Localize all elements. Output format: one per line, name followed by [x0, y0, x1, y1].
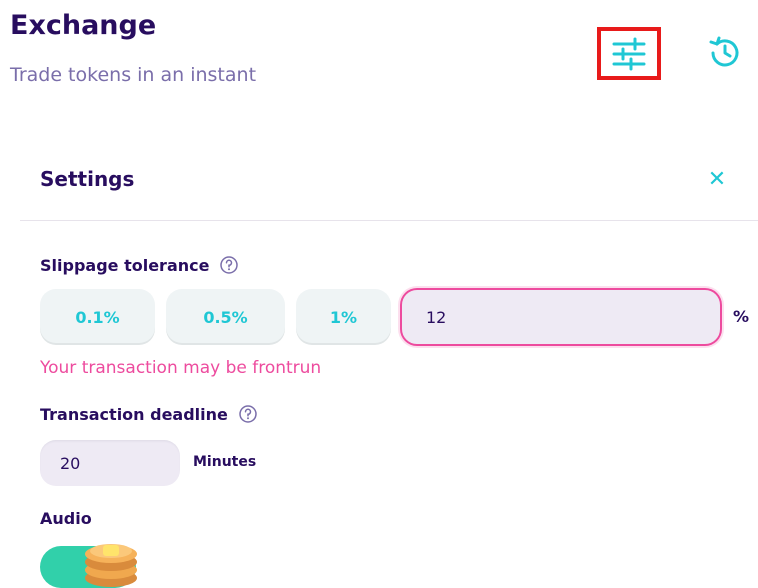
- slippage-option-0-5[interactable]: 0.5%: [166, 289, 285, 345]
- slippage-unit: %: [733, 307, 750, 326]
- history-button[interactable]: [705, 33, 745, 73]
- slippage-option-1[interactable]: 1%: [296, 289, 391, 345]
- page-subtitle: Trade tokens in an instant: [10, 64, 257, 86]
- deadline-label: Transaction deadline: [40, 404, 228, 424]
- help-icon[interactable]: [238, 404, 258, 424]
- divider: [20, 220, 758, 221]
- frontrun-warning: Your transaction may be frontrun: [40, 358, 322, 378]
- deadline-unit: Minutes: [193, 454, 257, 470]
- help-icon[interactable]: [219, 255, 239, 275]
- slippage-label-row: Slippage tolerance: [40, 255, 239, 275]
- history-icon: [709, 36, 739, 67]
- deadline-label-row: Transaction deadline: [40, 404, 258, 424]
- audio-toggle[interactable]: [40, 544, 137, 588]
- settings-button[interactable]: [597, 27, 661, 80]
- close-button[interactable]: ✕: [703, 166, 731, 194]
- slippage-label: Slippage tolerance: [40, 255, 210, 275]
- slippage-option-0-1[interactable]: 0.1%: [40, 289, 155, 345]
- close-icon: ✕: [707, 167, 727, 192]
- sliders-icon: [612, 37, 646, 70]
- page-title: Exchange: [10, 10, 157, 41]
- audio-label: Audio: [40, 509, 92, 528]
- deadline-input[interactable]: [40, 440, 180, 486]
- settings-title: Settings: [40, 167, 135, 191]
- pancake-icon: [85, 544, 137, 587]
- slippage-custom-input[interactable]: [401, 289, 721, 345]
